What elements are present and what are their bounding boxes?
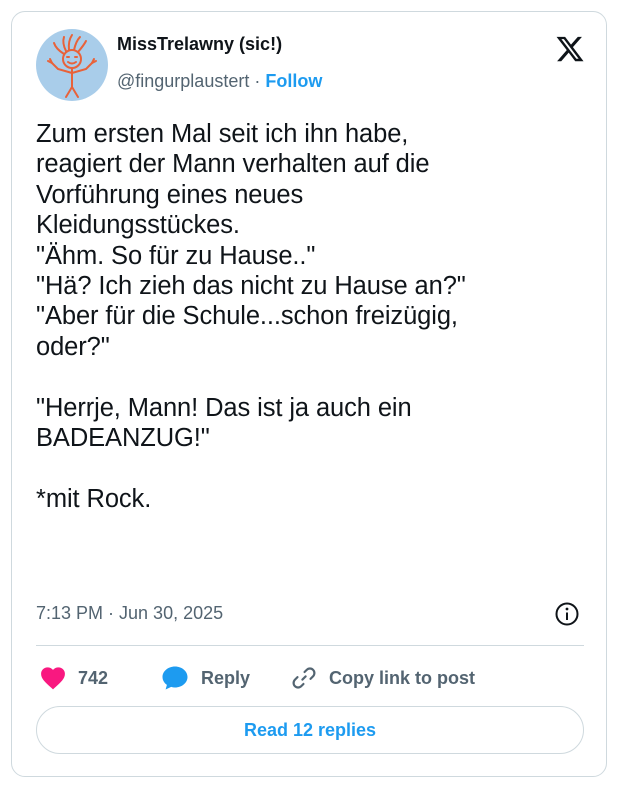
copy-link-label: Copy link to post	[329, 667, 475, 688]
follow-button[interactable]: Follow	[265, 71, 322, 91]
post-text: Zum ersten Mal seit ich ihn habe, reagie…	[36, 120, 466, 513]
author-avatar[interactable]	[36, 29, 108, 101]
reply-label: Reply	[201, 667, 251, 688]
post-timestamp[interactable]: 7:13 PM · Jun 30, 2025	[36, 603, 223, 624]
author-handle[interactable]: @fingurplaustert	[117, 71, 249, 91]
read-replies-button[interactable]: Read 12 replies	[36, 706, 584, 754]
copy-link-button[interactable]: Copy link to post	[291, 663, 475, 693]
handle-separator: ·	[254, 71, 261, 91]
link-icon	[292, 667, 316, 689]
heart-icon	[41, 667, 65, 690]
author-display-name[interactable]: MissTrelawny (sic!)	[117, 34, 282, 55]
like-count: 742	[78, 667, 109, 688]
speech-bubble-icon	[162, 666, 188, 690]
divider	[36, 645, 584, 646]
info-icon[interactable]	[554, 601, 580, 627]
like-button[interactable]: 742	[40, 663, 108, 693]
x-logo-icon[interactable]	[555, 34, 585, 64]
stick-figure-avatar-icon	[47, 34, 97, 98]
author-handle-row: @fingurplaustert · Follow	[117, 71, 322, 92]
reply-button[interactable]: Reply	[161, 663, 250, 693]
post-card: MissTrelawny (sic!) @fingurplaustert · F…	[11, 11, 607, 777]
